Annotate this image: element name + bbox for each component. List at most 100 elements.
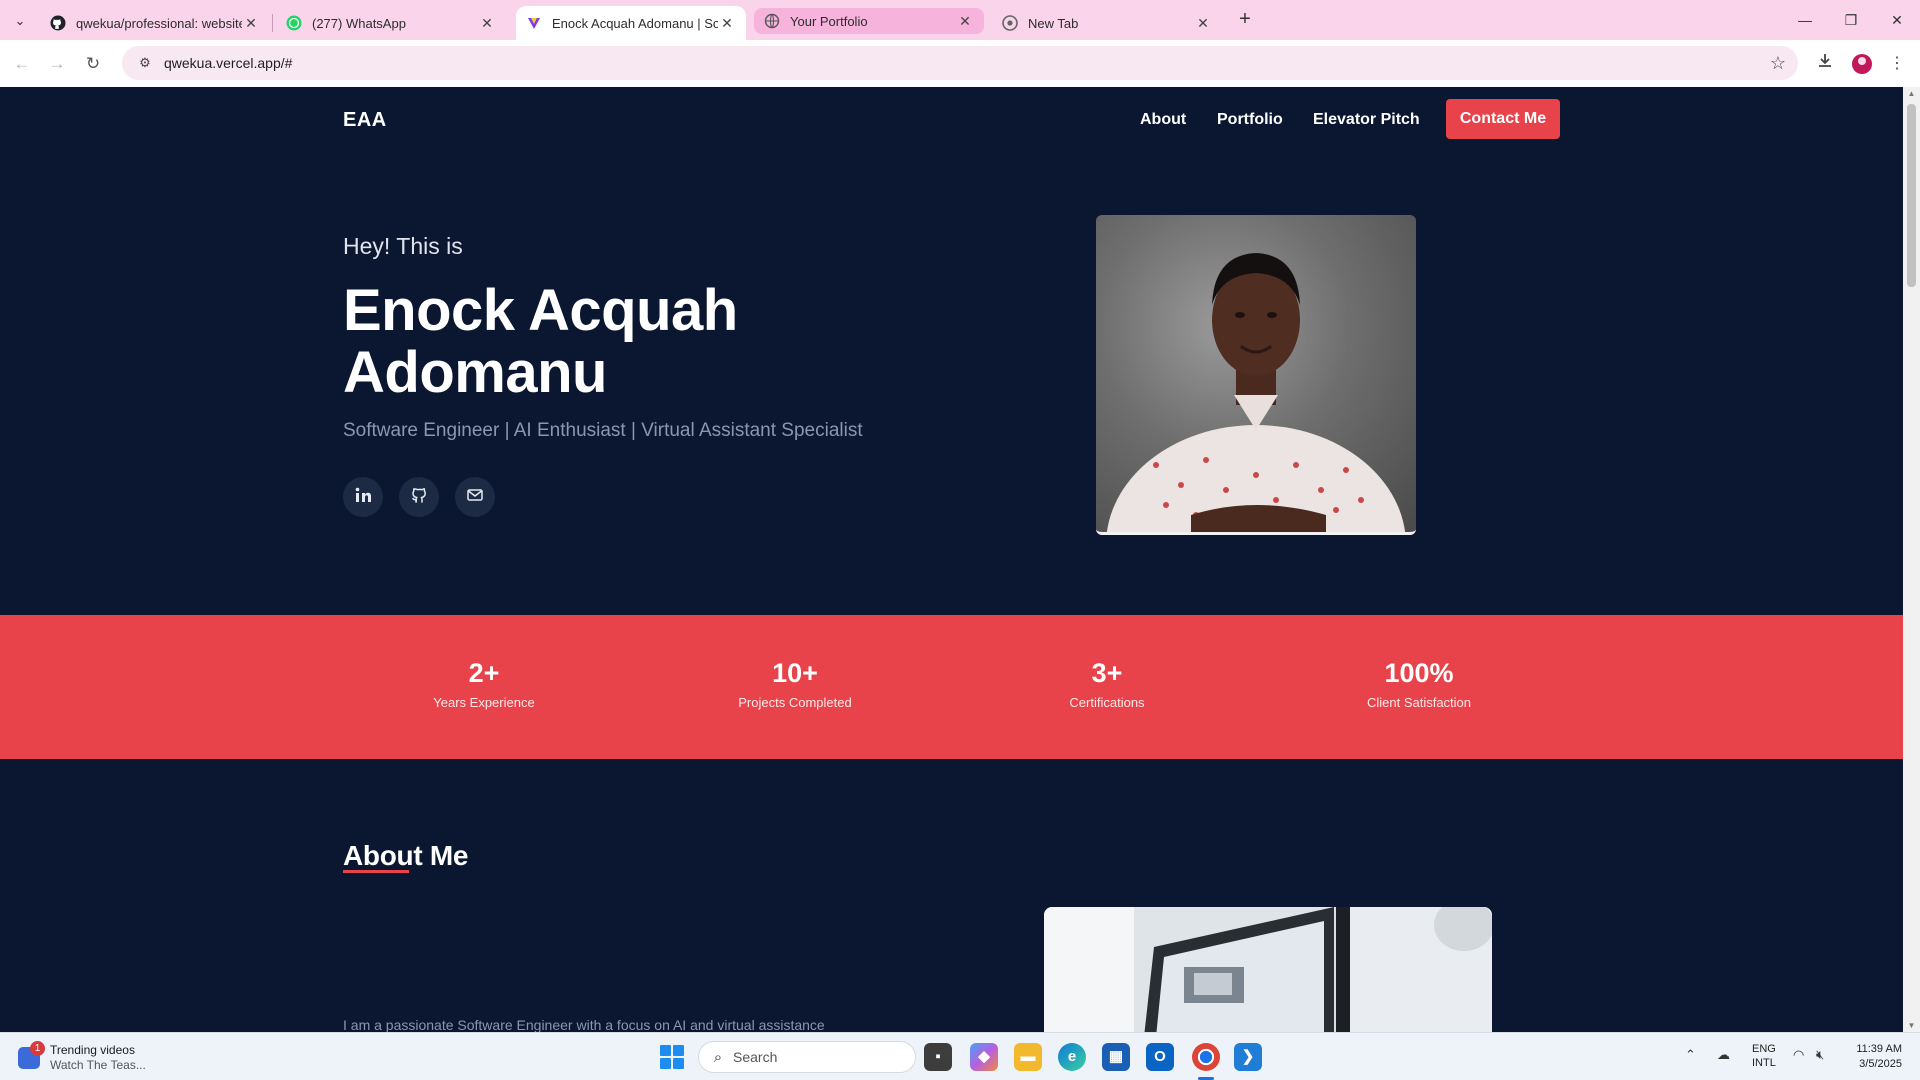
contact-me-button[interactable]: Contact Me xyxy=(1446,99,1560,139)
file-explorer-icon[interactable]: ▬ xyxy=(1014,1043,1042,1071)
news-widget[interactable]: 1 Trending videos Watch The Teas... xyxy=(18,1041,146,1075)
stat-projects-completed: 10+ Projects Completed xyxy=(675,657,915,710)
bookmark-star-icon[interactable]: ☆ xyxy=(1770,53,1786,74)
github-icon xyxy=(50,15,66,31)
taskbar-search[interactable]: ⌕ Search xyxy=(698,1041,916,1073)
hero-greeting: Hey! This is xyxy=(343,233,463,259)
stat-client-satisfaction: 100% Client Satisfaction xyxy=(1299,657,1539,710)
site-logo[interactable]: EAA xyxy=(343,109,387,132)
download-icon[interactable] xyxy=(1813,52,1837,76)
nav-link-about[interactable]: About xyxy=(1140,111,1186,129)
url-text[interactable]: qwekua.vercel.app/# xyxy=(164,55,292,71)
edge-icon[interactable]: e xyxy=(1058,1043,1086,1071)
tab-strip: ⌄ qwekua/professional: website ✕ (277) W… xyxy=(0,0,1920,40)
close-icon[interactable]: ✕ xyxy=(1194,15,1212,32)
site-info-icon[interactable]: ⚙ xyxy=(130,55,160,71)
stat-label: Certifications xyxy=(1069,695,1145,710)
vercel-icon xyxy=(526,15,542,31)
github-icon xyxy=(409,485,429,510)
menu-kebab-icon[interactable]: ⋮ xyxy=(1885,52,1909,76)
browser-toolbar: ← → ↻ ⚙ qwekua.vercel.app/# ☆ ⋮ xyxy=(0,40,1920,87)
news-subtitle: Watch The Teas... xyxy=(50,1058,146,1072)
vscode-icon[interactable]: ❯ xyxy=(1234,1043,1262,1071)
copilot-icon[interactable]: ◆ xyxy=(970,1043,998,1071)
hero-name-line2: Adomanu xyxy=(343,340,607,405)
tab-active-portfolio[interactable]: Enock Acquah Adomanu | Softw ✕ xyxy=(516,6,746,40)
stat-value: 10+ xyxy=(772,658,818,688)
start-button[interactable] xyxy=(660,1045,684,1069)
site-navbar: EAA About Portfolio Elevator Pitch Conta… xyxy=(0,87,1903,153)
wifi-icon[interactable]: ◠ xyxy=(1793,1047,1804,1063)
tab-search-button[interactable]: ⌄ xyxy=(8,9,32,33)
tab-new-tab[interactable]: New Tab ✕ xyxy=(992,6,1222,40)
close-icon[interactable]: ✕ xyxy=(718,15,736,32)
minimize-button[interactable]: — xyxy=(1787,6,1823,34)
stat-years-experience: 2+ Years Experience xyxy=(364,657,604,710)
stat-value: 100% xyxy=(1384,658,1454,688)
profile-photo xyxy=(1096,215,1416,535)
news-title: Trending videos xyxy=(50,1043,135,1057)
windows-taskbar: 1 Trending videos Watch The Teas... ⌕ Se… xyxy=(0,1032,1920,1080)
about-intro-text: I am a passionate Software Engineer with… xyxy=(343,1017,825,1032)
new-tab-button[interactable]: + xyxy=(1233,8,1257,32)
email-link[interactable] xyxy=(455,477,495,517)
address-bar[interactable]: ⚙ qwekua.vercel.app/# ☆ xyxy=(122,46,1798,80)
language-code: ENG xyxy=(1752,1043,1776,1055)
globe-icon xyxy=(764,13,780,29)
chevron-up-icon[interactable]: ⌃ xyxy=(1685,1047,1696,1063)
scrollbar-thumb[interactable] xyxy=(1907,104,1916,287)
tab-title: Enock Acquah Adomanu | Softw xyxy=(552,15,718,31)
github-link[interactable] xyxy=(399,477,439,517)
reload-icon[interactable]: ↻ xyxy=(81,52,105,76)
tab-divider xyxy=(272,14,273,32)
tab-whatsapp[interactable]: (277) WhatsApp ✕ xyxy=(276,6,506,40)
close-icon[interactable]: ✕ xyxy=(478,15,496,32)
mail-icon xyxy=(465,485,485,510)
keyboard-layout: INTL xyxy=(1752,1057,1776,1069)
news-icon: 1 xyxy=(18,1041,45,1069)
page-scrollbar[interactable]: ▲ ▼ xyxy=(1903,87,1920,1032)
store-icon[interactable]: ▦ xyxy=(1102,1043,1130,1071)
close-window-button[interactable]: ✕ xyxy=(1879,6,1915,34)
outlook-icon[interactable]: O xyxy=(1146,1043,1174,1071)
language-indicator[interactable]: ENG INTL xyxy=(1752,1042,1776,1070)
clock-time: 11:39 AM xyxy=(1856,1043,1902,1055)
profile-avatar[interactable] xyxy=(1850,52,1874,76)
stat-label: Years Experience xyxy=(433,695,535,710)
hero-name-line1: Enock Acquah xyxy=(343,278,738,343)
back-icon[interactable]: ← xyxy=(10,52,34,76)
about-section-title: About Me xyxy=(343,840,469,871)
volume-muted-icon[interactable]: 🔇︎ xyxy=(1816,1047,1824,1063)
system-clock[interactable]: 11:39 AM 3/5/2025 xyxy=(1846,1042,1902,1072)
search-icon: ⌕ xyxy=(713,1048,723,1066)
stat-value: 3+ xyxy=(1091,658,1123,688)
scroll-down-icon[interactable]: ▼ xyxy=(1903,1021,1920,1030)
stat-value: 2+ xyxy=(468,658,500,688)
tab-your-portfolio[interactable]: Your Portfolio ✕ xyxy=(754,8,984,34)
title-underline xyxy=(343,870,409,873)
scroll-up-icon[interactable]: ▲ xyxy=(1903,89,1920,98)
close-icon[interactable]: ✕ xyxy=(956,13,974,30)
tab-title: (277) WhatsApp xyxy=(312,15,406,31)
tab-title: qwekua/professional: website xyxy=(76,15,242,31)
chrome-icon xyxy=(1002,15,1018,31)
nav-link-elevator-pitch[interactable]: Elevator Pitch xyxy=(1313,111,1420,129)
tab-github[interactable]: qwekua/professional: website ✕ xyxy=(40,6,270,40)
stats-band: 2+ Years Experience 10+ Projects Complet… xyxy=(0,615,1903,759)
hero-name: Enock Acquah Adomanu xyxy=(343,280,943,404)
task-view-icon[interactable]: ▪ xyxy=(924,1043,952,1071)
tab-title: New Tab xyxy=(1028,15,1079,31)
stat-label: Projects Completed xyxy=(738,695,852,710)
notification-badge: 1 xyxy=(30,1041,45,1056)
linkedin-link[interactable] xyxy=(343,477,383,517)
forward-icon[interactable]: → xyxy=(45,52,69,76)
search-label: Search xyxy=(733,1049,778,1065)
cloud-sync-icon[interactable]: ☁ xyxy=(1717,1047,1730,1063)
close-icon[interactable]: ✕ xyxy=(242,15,260,32)
restore-button[interactable]: ❐ xyxy=(1833,6,1869,34)
stat-certifications: 3+ Certifications xyxy=(987,657,1227,710)
hero-tagline: Software Engineer | AI Enthusiast | Virt… xyxy=(343,420,863,441)
chrome-icon[interactable] xyxy=(1192,1043,1220,1071)
clock-date: 3/5/2025 xyxy=(1859,1058,1902,1070)
nav-link-portfolio[interactable]: Portfolio xyxy=(1217,111,1283,129)
